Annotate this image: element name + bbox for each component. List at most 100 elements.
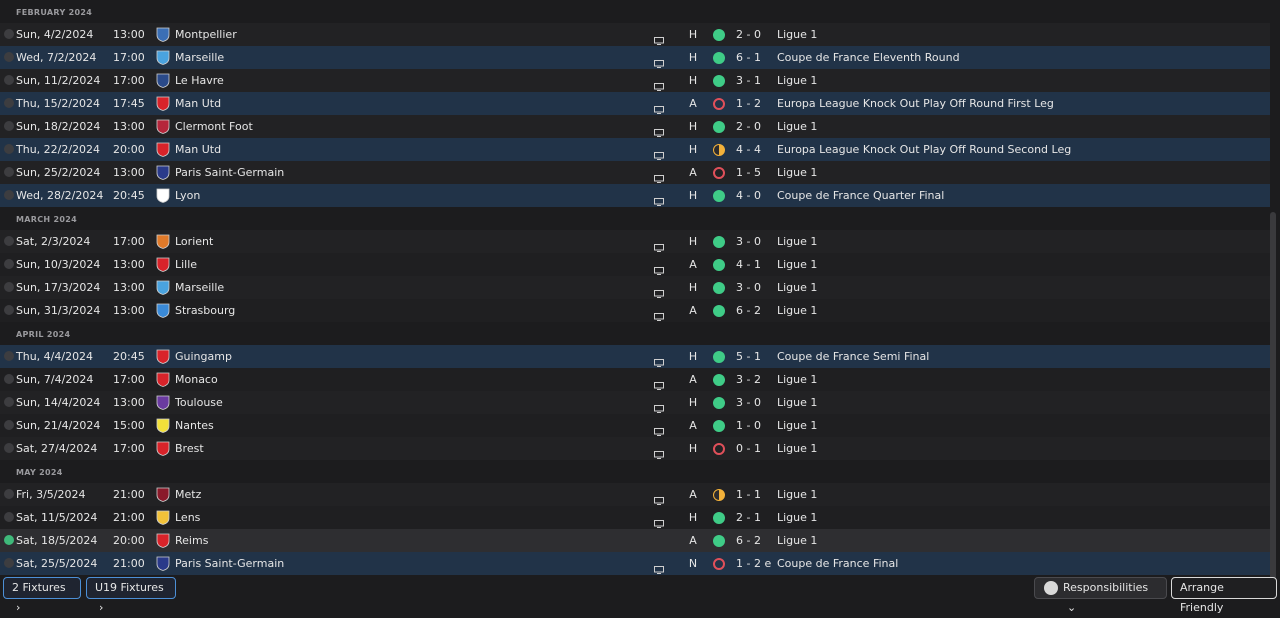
fixture-date: Sun, 7/4/2024 xyxy=(16,373,94,386)
competition-name[interactable]: Ligue 1 xyxy=(777,414,817,437)
competition-name[interactable]: Ligue 1 xyxy=(777,391,817,414)
fixture-row[interactable]: Sun, 25/2/2024 13:00 Paris Saint-Germain A 1… xyxy=(0,161,1270,184)
opponent-name[interactable]: Man Utd xyxy=(175,138,221,161)
opponent-name[interactable]: Guingamp xyxy=(175,345,232,368)
checkmark-icon xyxy=(4,420,14,430)
opponent-name[interactable]: Lorient xyxy=(175,230,213,253)
club-crest-icon xyxy=(156,441,170,456)
result-draw-icon xyxy=(713,144,725,156)
opponent-name[interactable]: Marseille xyxy=(175,276,224,299)
fixture-row[interactable]: Fri, 3/5/2024 21:00 Metz A 1 - 1 Ligue 1 xyxy=(0,483,1270,506)
club-crest-icon xyxy=(156,303,170,318)
arrange-friendly-button[interactable]: Arrange Friendly xyxy=(1171,577,1277,614)
fixture-venue: H xyxy=(688,281,698,294)
opponent-name[interactable]: Lyon xyxy=(175,184,200,207)
fixture-row[interactable]: Sun, 21/4/2024 15:00 Nantes A 1 - 0 Ligue 1 xyxy=(0,414,1270,437)
fixture-row[interactable]: Sun, 7/4/2024 17:00 Monaco A 3 - 2 Ligue 1 xyxy=(0,368,1270,391)
competition-name[interactable]: Ligue 1 xyxy=(777,23,817,46)
competition-name[interactable]: Ligue 1 xyxy=(777,69,817,92)
fixture-score: 0 - 1 xyxy=(736,442,761,455)
competition-name[interactable]: Coupe de France Quarter Final xyxy=(777,184,944,207)
fixture-row[interactable]: Wed, 7/2/2024 17:00 Marseille H 6 - 1 Coupe d… xyxy=(0,46,1270,69)
fixture-row[interactable]: Sun, 31/3/2024 13:00 Strasbourg A 6 - 2 Ligue… xyxy=(0,299,1270,322)
scrollbar[interactable] xyxy=(1270,212,1276,580)
opponent-name[interactable]: Paris Saint-Germain xyxy=(175,552,284,575)
fixture-row[interactable]: Sun, 14/4/2024 13:00 Toulouse H 3 - 0 Ligue 1 xyxy=(0,391,1270,414)
fixture-row[interactable]: Thu, 4/4/2024 20:45 Guingamp H 5 - 1 Coupe de… xyxy=(0,345,1270,368)
opponent-name[interactable]: Marseille xyxy=(175,46,224,69)
competition-name[interactable]: Ligue 1 xyxy=(777,368,817,391)
result-loss-icon xyxy=(713,167,725,179)
fixture-row[interactable]: Sat, 25/5/2024 21:00 Paris Saint-Germain N 1… xyxy=(0,552,1270,575)
fixture-row[interactable]: Sun, 18/2/2024 13:00 Clermont Foot H 2 - 0 Li… xyxy=(0,115,1270,138)
fixture-row[interactable]: Sun, 4/2/2024 13:00 Montpellier H 2 - 0 Ligue… xyxy=(0,23,1270,46)
opponent-name[interactable]: Metz xyxy=(175,483,201,506)
tv-icon xyxy=(654,260,664,275)
fixture-score: 6 - 2 xyxy=(736,304,761,317)
fixture-row[interactable]: Sun, 11/2/2024 17:00 Le Havre H 3 - 1 Ligue 1 xyxy=(0,69,1270,92)
opponent-name[interactable]: Paris Saint-Germain xyxy=(175,161,284,184)
fixture-row[interactable]: Sat, 27/4/2024 17:00 Brest H 0 - 1 Ligue 1 xyxy=(0,437,1270,460)
fixtures-button[interactable]: 2 Fixtures › xyxy=(3,577,81,614)
opponent-name[interactable]: Brest xyxy=(175,437,204,460)
result-draw-icon xyxy=(713,489,725,501)
competition-name[interactable]: Ligue 1 xyxy=(777,115,817,138)
competition-name[interactable]: Ligue 1 xyxy=(777,529,817,552)
fixture-date: Sun, 4/2/2024 xyxy=(16,28,94,41)
opponent-name[interactable]: Lens xyxy=(175,506,200,529)
u19-fixtures-button[interactable]: U19 Fixtures › xyxy=(86,577,176,614)
competition-name[interactable]: Ligue 1 xyxy=(777,483,817,506)
opponent-name[interactable]: Reims xyxy=(175,529,208,552)
fixture-venue: H xyxy=(688,189,698,202)
fixture-row[interactable]: Sun, 10/3/2024 13:00 Lille A 4 - 1 Ligue 1 xyxy=(0,253,1270,276)
club-crest-icon xyxy=(156,165,170,180)
competition-name[interactable]: Europa League Knock Out Play Off Round S… xyxy=(777,138,1071,161)
fixture-score: 2 - 1 xyxy=(736,511,761,524)
competition-name[interactable]: Ligue 1 xyxy=(777,230,817,253)
competition-name[interactable]: Ligue 1 xyxy=(777,161,817,184)
opponent-name[interactable]: Clermont Foot xyxy=(175,115,253,138)
competition-name[interactable]: Ligue 1 xyxy=(777,253,817,276)
fixture-date: Sat, 2/3/2024 xyxy=(16,235,91,248)
opponent-name[interactable]: Strasbourg xyxy=(175,299,235,322)
competition-name[interactable]: Ligue 1 xyxy=(777,276,817,299)
fixture-date: Sun, 10/3/2024 xyxy=(16,258,101,271)
fixture-row[interactable]: Sun, 17/3/2024 13:00 Marseille H 3 - 0 Ligue … xyxy=(0,276,1270,299)
fixture-score: 2 - 0 xyxy=(736,28,761,41)
fixture-row[interactable]: Sat, 2/3/2024 17:00 Lorient H 3 - 0 Ligue 1 xyxy=(0,230,1270,253)
tv-icon xyxy=(654,375,664,390)
fixture-date: Thu, 15/2/2024 xyxy=(16,97,101,110)
result-win-icon xyxy=(713,351,725,363)
opponent-name[interactable]: Le Havre xyxy=(175,69,224,92)
opponent-name[interactable]: Lille xyxy=(175,253,197,276)
opponent-name[interactable]: Montpellier xyxy=(175,23,237,46)
fixture-row[interactable]: Thu, 22/2/2024 20:00 Man Utd H 4 - 4 Europa L… xyxy=(0,138,1270,161)
competition-name[interactable]: Coupe de France Eleventh Round xyxy=(777,46,960,69)
fixture-score: 3 - 0 xyxy=(736,281,761,294)
checkmark-icon xyxy=(4,443,14,453)
competition-name[interactable]: Ligue 1 xyxy=(777,506,817,529)
competition-name[interactable]: Ligue 1 xyxy=(777,299,817,322)
opponent-name[interactable]: Monaco xyxy=(175,368,218,391)
fixture-time: 17:00 xyxy=(113,373,145,386)
fixture-venue: A xyxy=(689,534,697,547)
fixture-row[interactable]: Wed, 28/2/2024 20:45 Lyon H 4 - 0 Coupe de Fr… xyxy=(0,184,1270,207)
fixture-row[interactable]: Sat, 11/5/2024 21:00 Lens H 2 - 1 Ligue 1 xyxy=(0,506,1270,529)
fixture-venue: H xyxy=(688,120,698,133)
competition-name[interactable]: Europa League Knock Out Play Off Round F… xyxy=(777,92,1054,115)
responsibilities-button-label: Responsibilities xyxy=(1063,581,1149,594)
fixture-venue: H xyxy=(688,442,698,455)
fixture-row[interactable]: Sat, 18/5/2024 20:00 Reims A 6 - 2 Ligue 1 xyxy=(0,529,1270,552)
responsibilities-button[interactable]: Responsibilities ⌄ xyxy=(1034,577,1167,614)
result-win-icon xyxy=(713,121,725,133)
opponent-name[interactable]: Man Utd xyxy=(175,92,221,115)
month-header: FEBRUARY 2024 xyxy=(0,0,1270,23)
opponent-name[interactable]: Nantes xyxy=(175,414,214,437)
competition-name[interactable]: Coupe de France Final xyxy=(777,552,898,575)
competition-name[interactable]: Coupe de France Semi Final xyxy=(777,345,929,368)
competition-name[interactable]: Ligue 1 xyxy=(777,437,817,460)
responsibilities-icon xyxy=(1044,581,1058,595)
opponent-name[interactable]: Toulouse xyxy=(175,391,223,414)
fixture-venue: H xyxy=(688,396,698,409)
fixture-row[interactable]: Thu, 15/2/2024 17:45 Man Utd A 1 - 2 Europa L… xyxy=(0,92,1270,115)
